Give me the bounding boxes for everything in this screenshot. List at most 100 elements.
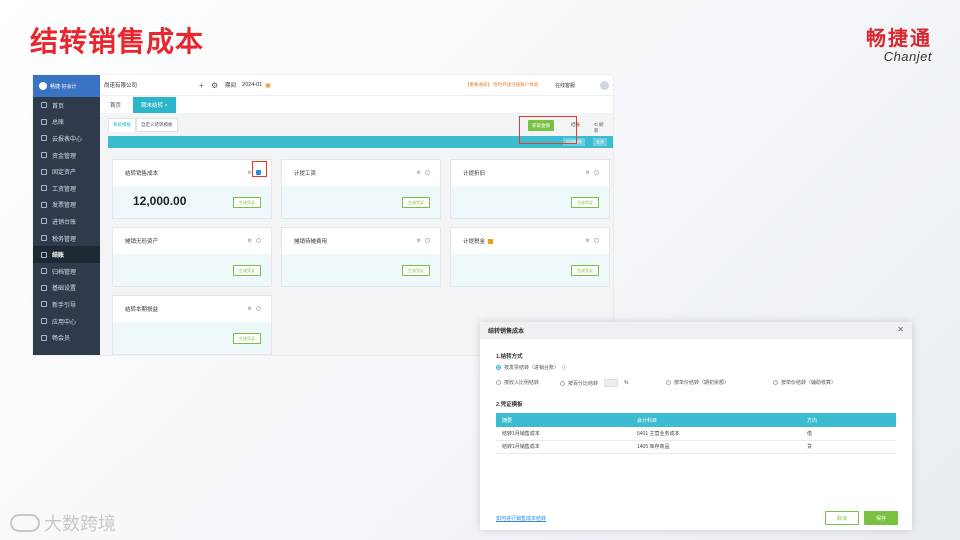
radio-ratio[interactable]: 按收入比例结转 bbox=[496, 379, 539, 386]
sidebar-item-label: 总账 bbox=[52, 120, 65, 127]
settings-icon[interactable]: ⚙ bbox=[586, 170, 590, 176]
sidebar-item[interactable]: 首页 bbox=[33, 97, 100, 114]
sidebar-item[interactable]: 畅会员 bbox=[33, 329, 100, 346]
dialog-title: 结转销售成本 bbox=[488, 329, 525, 335]
carry-forward-card: 摊销无形资产 ⚙ 生成凭证 bbox=[112, 227, 272, 287]
settings-icon[interactable]: ⚙ bbox=[417, 238, 421, 244]
card-header: 结转本期损益 ⚙ bbox=[113, 296, 271, 322]
sidebar-item[interactable]: 应用中心 bbox=[33, 313, 100, 330]
select-all-option[interactable]: 全选 bbox=[593, 138, 607, 146]
tab-bar: 首页 期末结转 × bbox=[100, 95, 613, 113]
period-value[interactable]: 2024-01 bbox=[242, 82, 262, 88]
radio-invoice[interactable]: 按发票结转（进销台账） ⓘ bbox=[496, 364, 567, 371]
sidebar-item[interactable]: 工资管理 bbox=[33, 180, 100, 197]
funds-icon bbox=[41, 152, 47, 159]
archive-icon bbox=[41, 268, 47, 275]
card-body: 生成凭证 bbox=[113, 322, 271, 354]
sidebar-item[interactable]: 固定资产 bbox=[33, 163, 100, 180]
carry-forward-card: 结转本期损益 ⚙ 生成凭证 bbox=[112, 295, 272, 355]
tab-custom-template[interactable]: 自定义结转模板 bbox=[136, 118, 178, 132]
card-body: 12,000.00 生成凭证 bbox=[113, 186, 271, 218]
sidebar: 畅捷·好会计 首页 总账 云报表中心 资金管理 固定资产 工资管理 发票管理 进销台账 税务管理… bbox=[33, 75, 100, 355]
gear-icon[interactable]: ⚙ bbox=[211, 81, 225, 90]
card-checkbox[interactable] bbox=[256, 306, 261, 311]
avatar[interactable] bbox=[600, 80, 609, 90]
cell-account: 5401 主营业务成本 bbox=[631, 427, 801, 441]
sidebar-item[interactable]: 归档管理 bbox=[33, 263, 100, 280]
watermark-text: 大数跨境 bbox=[44, 514, 116, 534]
generate-voucher-button[interactable]: 生成凭证 bbox=[233, 333, 261, 344]
save-button[interactable]: 保存 bbox=[864, 511, 898, 525]
help-icon[interactable]: ⓘ bbox=[562, 364, 567, 371]
col-account: 会计科目 bbox=[631, 413, 801, 427]
company-select[interactable]: 尚诺有限公司 bbox=[104, 81, 199, 89]
sidebar-item[interactable]: 新手引导 bbox=[33, 296, 100, 313]
settings-icon[interactable]: ⚙ bbox=[586, 238, 590, 244]
refresh-button[interactable]: ↻ 刷新 bbox=[594, 122, 608, 134]
brand-name-en: Chanjet bbox=[883, 49, 932, 64]
help-link-carry-forward[interactable]: 如何进行销售成本结转 bbox=[496, 515, 546, 522]
radio-invoice-label: 按发票结转（进销台账） bbox=[504, 365, 560, 371]
card-amount: 12,000.00 bbox=[133, 194, 187, 208]
radio-percent-dot bbox=[560, 380, 565, 386]
voucher-template-table: 摘要 会计科目 方向 结转1月销售成本 5401 主营业务成本 借 结转1月销售… bbox=[496, 413, 896, 454]
add-icon[interactable]: + bbox=[199, 81, 211, 90]
card-controls: ⚙ bbox=[417, 170, 430, 176]
sidebar-item[interactable]: 发票管理 bbox=[33, 197, 100, 214]
sidebar-item[interactable]: 进销台账 bbox=[33, 213, 100, 230]
generate-voucher-button[interactable]: 生成凭证 bbox=[402, 197, 430, 208]
card-controls: ⚙ bbox=[248, 238, 261, 244]
card-checkbox[interactable] bbox=[594, 170, 599, 175]
cell-summary: 结转1月销售成本 bbox=[496, 440, 631, 454]
carry-forward-card: 计提折旧 ⚙ 生成凭证 bbox=[450, 159, 610, 219]
settings-icon[interactable]: ⚙ bbox=[248, 238, 252, 244]
card-header: 摊销待摊费用 ⚙ bbox=[282, 228, 440, 254]
generate-voucher-button[interactable]: 生成凭证 bbox=[233, 265, 261, 276]
radio-unit-price[interactable]: 按单价结转（期初余额） bbox=[666, 379, 729, 386]
sidebar-item-label: 固定资产 bbox=[52, 170, 77, 177]
card-title: 结转销售成本 bbox=[125, 171, 159, 177]
card-checkbox[interactable] bbox=[256, 238, 261, 243]
card-header: 计提折旧 ⚙ bbox=[451, 160, 609, 186]
sidebar-item[interactable]: 基础设置 bbox=[33, 280, 100, 297]
percent-input[interactable] bbox=[604, 379, 619, 387]
help-link[interactable]: 在线客服 bbox=[555, 82, 575, 89]
sidebar-item-label: 畅会员 bbox=[52, 336, 71, 343]
radio-unit-aux-dot bbox=[773, 380, 778, 385]
radio-unit-aux[interactable]: 按单价结转（辅助核算） bbox=[773, 379, 836, 386]
generate-voucher-button[interactable]: 生成凭证 bbox=[233, 197, 261, 208]
sidebar-item[interactable]: 总账 bbox=[33, 114, 100, 131]
asset-icon bbox=[41, 168, 47, 175]
generate-voucher-button[interactable]: 生成凭证 bbox=[571, 197, 599, 208]
calendar-icon[interactable]: ▣ bbox=[265, 82, 271, 89]
settings-icon[interactable]: ⚙ bbox=[417, 170, 421, 176]
sidebar-item[interactable]: 结账 bbox=[33, 246, 100, 263]
radio-unit-price-dot bbox=[666, 380, 671, 385]
sidebar-item-label: 新手引导 bbox=[52, 302, 77, 309]
tab-system-template[interactable]: 系统模板 bbox=[108, 118, 136, 132]
tab-period-end[interactable]: 期末结转 × bbox=[133, 97, 176, 113]
tax-icon bbox=[41, 235, 47, 242]
close-icon[interactable]: ✕ bbox=[897, 325, 904, 334]
settings-icon[interactable]: ⚙ bbox=[248, 306, 252, 312]
table-row[interactable]: 结转1月销售成本 1405 库存商品 贷 bbox=[496, 440, 896, 454]
card-header: 结转销售成本 ⚙ bbox=[113, 160, 271, 186]
tab-home[interactable]: 首页 bbox=[104, 97, 127, 113]
cancel-button[interactable]: 取消 bbox=[825, 511, 859, 525]
logo-icon bbox=[39, 82, 47, 90]
sidebar-item[interactable]: 税务管理 bbox=[33, 230, 100, 247]
table-header-row: 摘要 会计科目 方向 bbox=[496, 413, 896, 427]
generate-voucher-button[interactable]: 生成凭证 bbox=[402, 265, 430, 276]
generate-voucher-button[interactable]: 生成凭证 bbox=[571, 265, 599, 276]
card-checkbox[interactable] bbox=[425, 238, 430, 243]
notice-text[interactable]: 【重要通知】 限时开放注册账户体验 bbox=[465, 82, 538, 88]
sidebar-item[interactable]: 资金管理 bbox=[33, 147, 100, 164]
sidebar-item[interactable]: 云报表中心 bbox=[33, 130, 100, 147]
table-row[interactable]: 结转1月销售成本 5401 主营业务成本 借 bbox=[496, 427, 896, 441]
card-title: 计提折旧 bbox=[463, 171, 486, 177]
invoice-icon bbox=[41, 201, 47, 208]
radio-percent[interactable]: 按百分比结转 % bbox=[560, 379, 628, 387]
card-checkbox[interactable] bbox=[594, 238, 599, 243]
brand-name-cn: 畅捷通 bbox=[866, 28, 932, 50]
card-checkbox[interactable] bbox=[425, 170, 430, 175]
